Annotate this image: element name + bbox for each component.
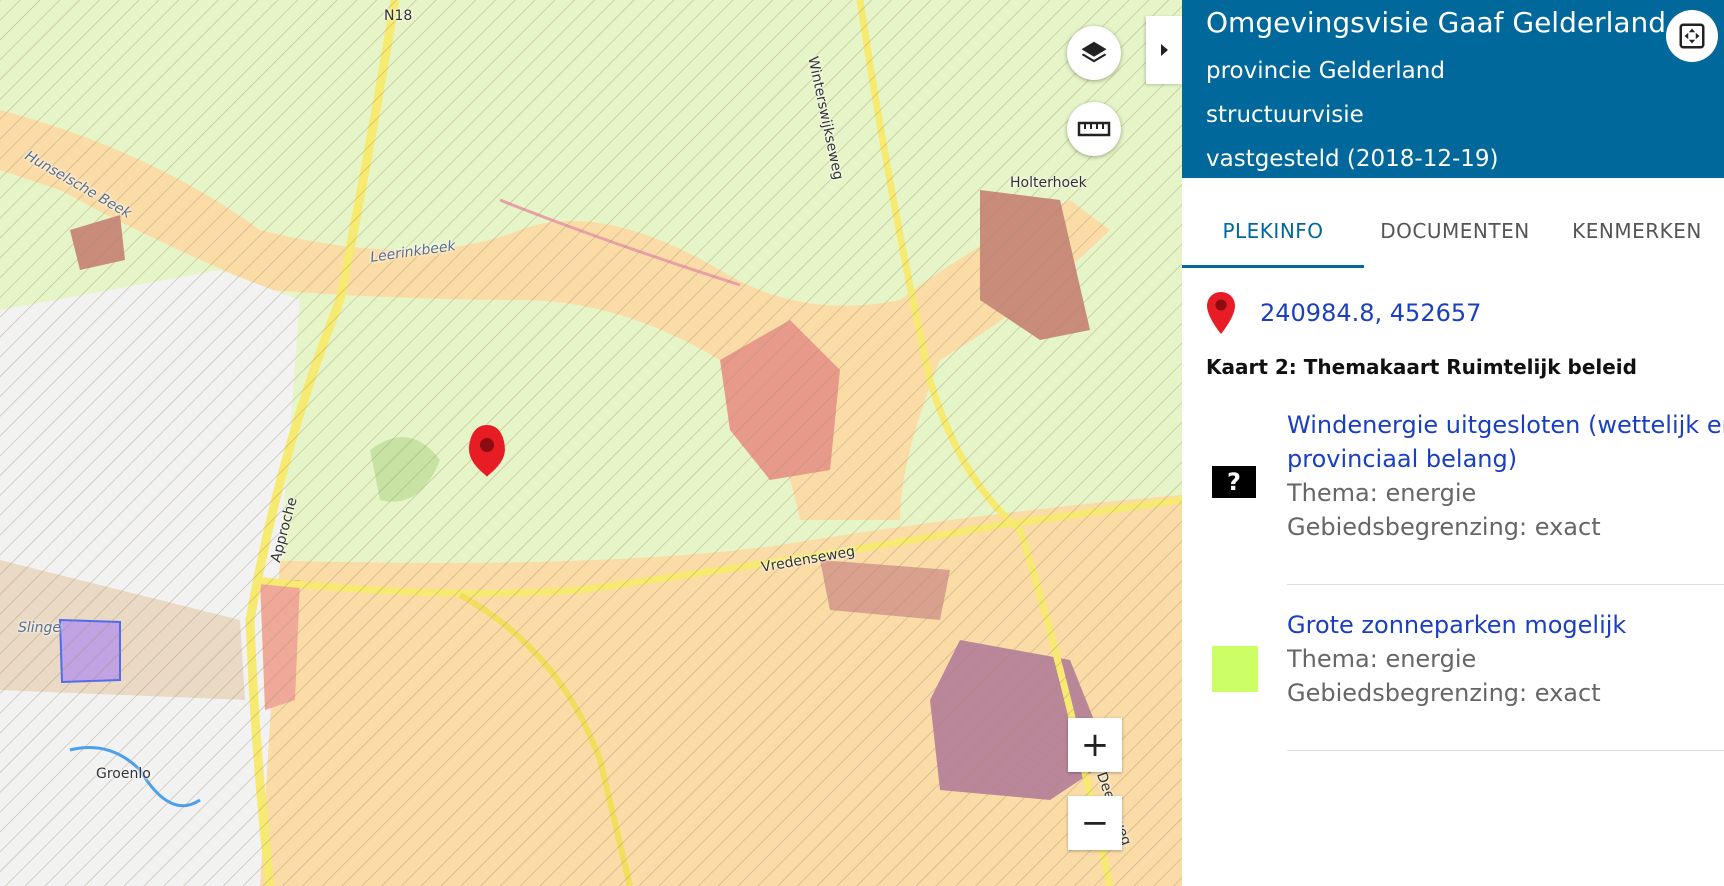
plan-title: Omgevingsvisie Gaaf Gelderland [1206, 6, 1667, 39]
item-begrenzing: Gebiedsbegrenzing: exact [1287, 513, 1601, 541]
label-slinge: Slinge [18, 620, 62, 636]
tab-bar: PLEKINFO DOCUMENTEN KENMERKEN [1182, 178, 1724, 268]
caret-right-icon [1161, 44, 1168, 56]
item-name[interactable]: Grote zonneparken mogelijk [1287, 608, 1626, 642]
fullscreen-button[interactable] [1666, 10, 1718, 62]
map-canvas[interactable] [0, 0, 1182, 886]
plan-status: vastgesteld (2018-12-19) [1206, 146, 1499, 172]
item-thema: Thema: energie [1287, 479, 1477, 507]
label-n18: N18 [384, 8, 413, 24]
question-mark-icon: ? [1212, 466, 1256, 498]
item-thema: Thema: energie [1287, 645, 1477, 673]
layers-icon [1081, 41, 1107, 63]
zoom-in-button[interactable]: + [1068, 718, 1122, 772]
item-divider [1287, 750, 1724, 751]
ruler-icon [1077, 121, 1111, 137]
tab-plekinfo[interactable]: PLEKINFO [1182, 178, 1364, 268]
map-pin-icon [1207, 292, 1235, 334]
hatch-overlay [0, 0, 1182, 886]
legend-item-windenergie: ? Windenergie uitgesloten (wettelijk en … [1182, 404, 1724, 584]
legend-item-zonneparken: Grote zonneparken mogelijk Thema: energi… [1182, 604, 1724, 744]
label-groenlo: Groenlo [96, 766, 151, 782]
item-begrenzing: Gebiedsbegrenzing: exact [1287, 679, 1601, 707]
panel-toggle-button[interactable] [1146, 16, 1182, 84]
info-panel: Omgevingsvisie Gaaf Gelderland provincie… [1182, 0, 1724, 886]
map-theme-title: Kaart 2: Themakaart Ruimtelijk beleid [1206, 355, 1637, 379]
expand-arrows-icon [1679, 23, 1705, 49]
item-name-line1[interactable]: Windenergie uitgesloten (wettelijk en [1287, 408, 1724, 442]
tab-documenten[interactable]: DOCUMENTEN [1364, 178, 1546, 268]
layers-button[interactable] [1067, 26, 1121, 80]
plan-type: structuurvisie [1206, 102, 1364, 128]
location-coordinates[interactable]: 240984.8, 452657 [1260, 299, 1481, 327]
location-row: 240984.8, 452657 [1206, 288, 1481, 338]
tab-kenmerken[interactable]: KENMERKEN [1546, 178, 1724, 268]
plan-authority: provincie Gelderland [1206, 58, 1445, 84]
map-view[interactable]: N18 Winterswijkseweg Holterhoek Hunselsc… [0, 0, 1182, 886]
zoom-out-button[interactable]: − [1068, 796, 1122, 850]
label-holterhoek: Holterhoek [1010, 175, 1087, 191]
panel-header: Omgevingsvisie Gaaf Gelderland provincie… [1182, 0, 1724, 178]
item-divider [1287, 584, 1724, 585]
legend-swatch-green [1212, 646, 1258, 692]
item-name-line2[interactable]: provinciaal belang) [1287, 442, 1517, 476]
measure-button[interactable] [1067, 102, 1121, 156]
